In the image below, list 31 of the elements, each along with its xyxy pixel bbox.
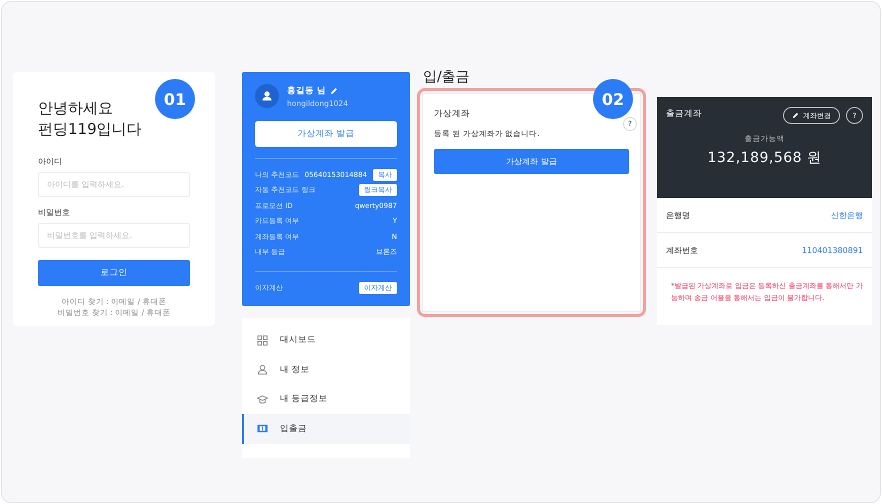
login-button[interactable]: 로그인	[38, 260, 190, 286]
card-title: 출금계좌	[666, 108, 702, 120]
info-label: 은행명	[666, 210, 690, 220]
balance-amount: 132,189,568 원	[706, 149, 822, 167]
avatar-icon	[255, 84, 279, 108]
info-value: 110401380891	[802, 246, 863, 254]
user-name: 홍길동 님	[287, 84, 326, 96]
section-title: 입/출금	[422, 68, 471, 87]
field-label: 아이디	[38, 156, 63, 167]
field-label: 비밀번호	[38, 207, 71, 218]
pencil-icon	[792, 112, 799, 119]
input-field[interactable]: 비밀번호를 입력하세요.	[38, 223, 190, 248]
menu-item[interactable]: 내 등급정보	[242, 384, 410, 414]
grid-icon	[257, 334, 268, 346]
greeting-text: 펀딩119입니다	[38, 119, 142, 140]
input-field[interactable]: 아이디를 입력하세요.	[38, 172, 190, 197]
graduation-cap-icon	[257, 394, 268, 405]
step-badge: 02	[593, 79, 633, 119]
greeting-text: 안녕하세요	[38, 98, 113, 119]
info-label: 계좌번호	[666, 244, 698, 256]
menu-item[interactable]: 대시보드	[242, 326, 410, 355]
money-icon	[257, 423, 268, 434]
card-title: 가상계좌	[434, 108, 471, 120]
menu-item[interactable]: 입출금	[242, 414, 410, 444]
step-badge: 01	[155, 79, 195, 119]
pencil-icon	[330, 86, 338, 94]
person-icon	[257, 364, 268, 376]
issue-account-button[interactable]: 가상계좌 발급	[255, 121, 397, 147]
issue-account-button[interactable]: 가상계좌 발급	[434, 149, 629, 174]
menu-item[interactable]: 내 정보	[242, 355, 410, 384]
info-value: 신한은행	[831, 210, 863, 220]
